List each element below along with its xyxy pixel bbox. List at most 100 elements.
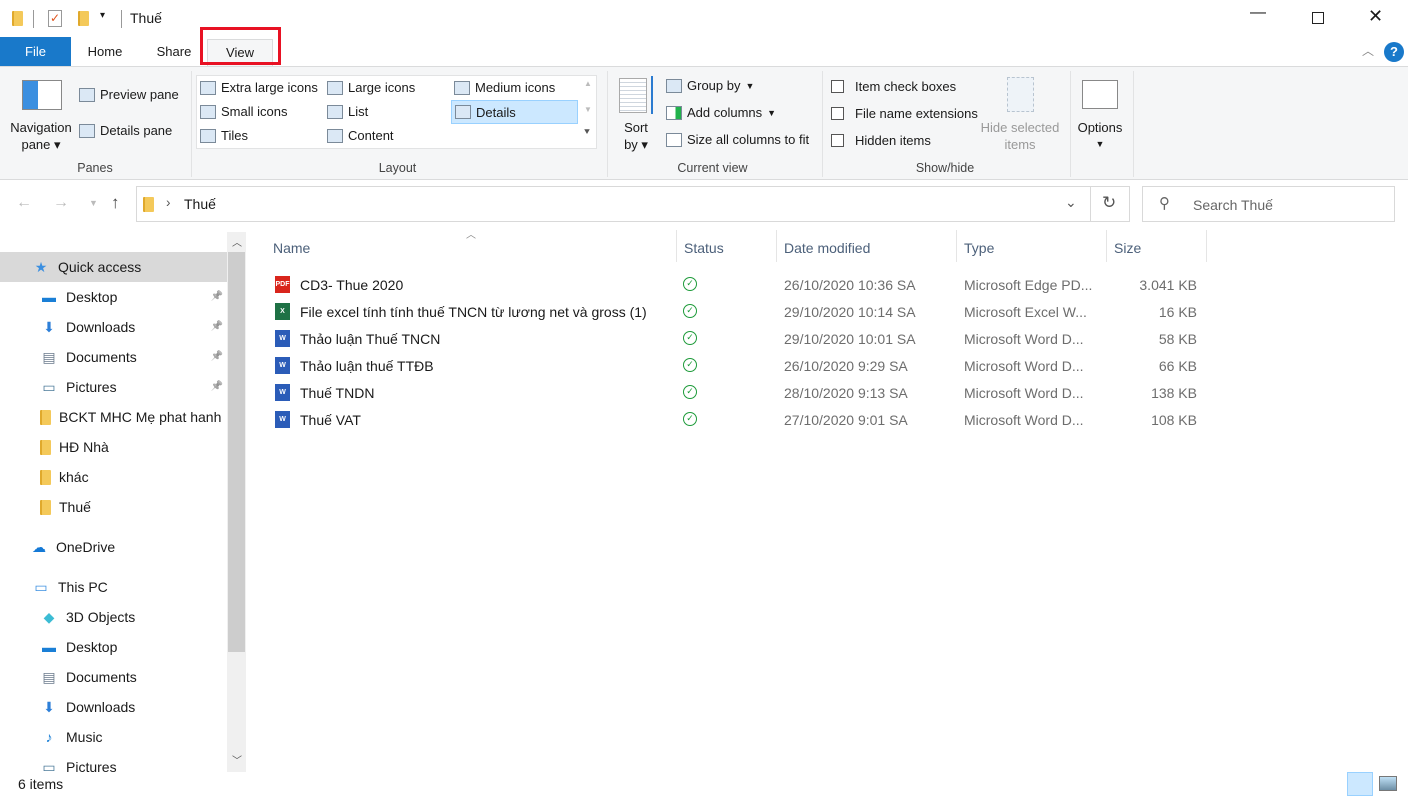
tab-file[interactable]: File [0,37,71,66]
large-icons-view-button[interactable] [1379,776,1397,791]
sidebar-item-label: OneDrive [56,539,116,555]
refresh-icon[interactable]: ↻ [1102,193,1116,213]
ribbon-tabs: File Home Share View ︿ ? [0,27,1408,67]
hidden-items-checkbox[interactable]: Hidden items [831,133,931,148]
sidebar-item[interactable]: khác [40,462,227,492]
sidebar-item[interactable]: ⬇ Downloads [40,692,227,722]
sidebar-item[interactable]: ▭ Pictures [40,752,227,782]
sidebar-item[interactable]: ⬇ Downloads 📌 [40,312,227,342]
column-size[interactable]: Size [1114,237,1141,259]
layout-large-icons[interactable]: Large icons [327,80,415,95]
item-check-boxes-checkbox[interactable]: Item check boxes [831,79,956,94]
navigation-pane-button[interactable]: Navigation pane ▾ [8,119,74,153]
file-name: Thảo luận Thuế TNCN [300,331,441,347]
new-folder-icon[interactable] [78,11,89,26]
pin-icon[interactable]: 📌 [211,342,223,372]
desktop-icon: ▬ [42,639,56,655]
pin-icon[interactable]: 📌 [211,282,223,312]
details-view-button[interactable] [1347,772,1373,796]
size-columns-button[interactable]: Size all columns to fit [666,132,809,147]
sidebar-item[interactable]: ▭ This PC [32,572,227,602]
customize-toolbar-icon[interactable]: ▾ [100,10,105,21]
search-input[interactable]: Search Thuế [1193,197,1273,213]
content-icon [327,128,343,143]
sidebar-item[interactable]: ▬ Desktop [40,632,227,662]
breadcrumb-thue[interactable]: Thuế [184,196,216,212]
synced-status-icon: ✓ [683,331,697,345]
layout-small-icons[interactable]: Small icons [200,104,287,119]
sidebar-scrollbar[interactable]: ︿ ﹀ [227,232,246,772]
column-type[interactable]: Type [964,237,994,259]
sidebar-item[interactable]: ◆ 3D Objects [40,602,227,632]
layout-tiles[interactable]: Tiles [200,128,248,143]
collapse-ribbon-icon[interactable]: ︿ [1362,42,1374,59]
pdf-file-icon: PDF [275,276,290,293]
tab-share[interactable]: Share [146,37,202,66]
properties-icon[interactable]: ✓ [48,10,62,27]
file-row[interactable]: X File excel tính tính thuế TNCN từ lươn… [270,299,1210,326]
folder-icon [12,11,23,26]
options-button[interactable]: Options ▼ [1072,119,1128,153]
tiles-icon [200,128,216,143]
layout-list[interactable]: List [327,104,368,119]
search-box[interactable]: ⚲ Search Thuế [1142,186,1395,222]
maximize-button[interactable] [1312,12,1324,24]
synced-status-icon: ✓ [683,358,697,372]
search-icon: ⚲ [1159,195,1170,212]
sidebar-item[interactable]: ★ Quick access [0,252,227,282]
layout-details[interactable]: Details [451,100,578,124]
address-bar[interactable]: › Thuế ⌄ ↻ [136,186,1130,222]
add-columns-button[interactable]: Add columns ▼ [666,105,776,120]
details-pane-icon [79,123,95,138]
minimize-button[interactable]: — [1250,4,1266,22]
file-type: Microsoft Word D... [964,358,1084,374]
file-row[interactable]: W Thảo luận Thuế TNCN ✓ 29/10/2020 10:01… [270,326,1210,353]
sidebar-item[interactable]: ♪ Music [40,722,227,752]
sort-icon [619,78,647,113]
scroll-down-icon[interactable]: ▼ [584,105,592,114]
scroll-up-icon[interactable]: ▲ [584,79,592,88]
sort-by-button[interactable]: Sort by ▾ [620,119,652,153]
forward-button[interactable]: → [53,194,69,212]
navigation-pane: ★ Quick access ▬ Desktop 📌 ⬇ Downloads 📌 ▤ Docume… [0,232,246,775]
column-status[interactable]: Status [684,237,724,259]
sidebar-item[interactable]: HĐ Nhà [40,432,227,462]
file-row[interactable]: PDF CD3- Thue 2020 ✓ 26/10/2020 10:36 SA… [270,272,1210,299]
scrollbar-thumb[interactable] [228,252,245,652]
file-name: Thuế VAT [300,412,361,428]
file-row[interactable]: W Thảo luận thuế TTĐB ✓ 26/10/2020 9:29 … [270,353,1210,380]
preview-pane-button[interactable]: Preview pane [79,87,179,102]
hide-selected-items-button[interactable]: Hide selected items [975,119,1065,153]
up-button[interactable]: ↑ [111,193,120,213]
sidebar-item[interactable]: ▭ Pictures 📌 [40,372,227,402]
pin-icon[interactable]: 📌 [211,312,223,342]
tab-home[interactable]: Home [76,37,134,66]
help-icon[interactable]: ? [1384,42,1404,62]
layout-medium-icons[interactable]: Medium icons [454,80,555,95]
close-button[interactable]: ✕ [1368,6,1383,27]
layout-extra-large-icons[interactable]: Extra large icons [200,80,318,95]
back-button[interactable]: ← [16,194,32,212]
file-row[interactable]: W Thuế VAT ✓ 27/10/2020 9:01 SA Microsof… [270,407,1210,434]
column-name[interactable]: Name [273,237,310,259]
pin-icon[interactable]: 📌 [211,372,223,402]
sidebar-item[interactable]: ▤ Documents [40,662,227,692]
word-file-icon: W [275,330,290,347]
file-name-extensions-checkbox[interactable]: File name extensions [831,106,978,121]
sidebar-item[interactable]: ▤ Documents 📌 [40,342,227,372]
sidebar-item[interactable]: Thuế [40,492,227,522]
sidebar-item[interactable]: ☁ OneDrive [30,532,227,562]
group-by-button[interactable]: Group by ▼ [666,78,754,93]
sidebar-item[interactable]: BCKT MHC Mẹ phat hanh [40,402,227,432]
details-pane-button[interactable]: Details pane [79,123,172,138]
layout-content[interactable]: Content [327,128,394,143]
recent-locations-button[interactable]: ▼ [89,198,98,208]
file-row[interactable]: W Thuế TNDN ✓ 28/10/2020 9:13 SA Microso… [270,380,1210,407]
file-type: Microsoft Excel W... [964,304,1087,320]
sidebar-item[interactable]: ▬ Desktop 📌 [40,282,227,312]
size-columns-icon [666,132,682,147]
address-dropdown-icon[interactable]: ⌄ [1065,194,1077,211]
tab-view[interactable]: View [207,39,273,67]
expand-gallery-icon[interactable]: ⯆ [583,127,591,138]
column-date-modified[interactable]: Date modified [784,237,870,259]
